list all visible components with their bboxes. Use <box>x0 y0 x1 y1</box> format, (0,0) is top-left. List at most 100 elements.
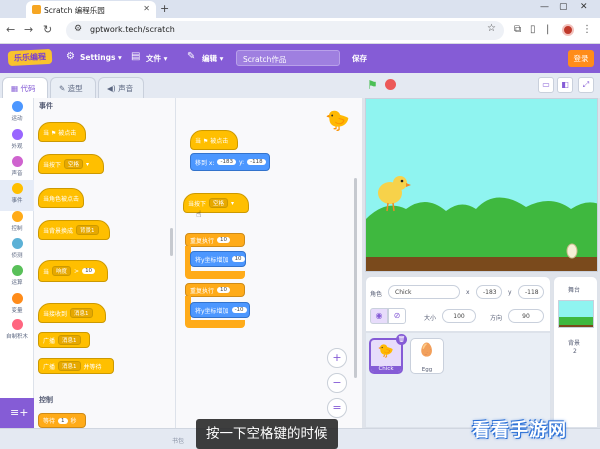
stage-thumbnail-scene <box>559 317 593 327</box>
browser-tab-title: Scratch 编程乐园 <box>44 6 105 15</box>
my-blocks-dot-icon <box>11 319 23 330</box>
save-button[interactable]: 保存 <box>352 53 367 64</box>
repeat-2-foot <box>185 320 245 328</box>
minimize-button[interactable]: — <box>540 2 549 12</box>
control-dot-icon <box>11 211 23 222</box>
extension-icon: ≡+ <box>10 406 29 419</box>
zoom-reset-button[interactable]: = <box>327 398 347 418</box>
block-wait[interactable]: 等待 1 秒 <box>38 413 86 428</box>
new-tab-button[interactable]: + <box>160 2 169 15</box>
tab-costumes[interactable]: ✎ 造型 <box>50 77 96 98</box>
motion-dot-icon <box>11 101 23 112</box>
stage-grass-hills <box>366 197 597 259</box>
egg-sprite <box>566 243 578 259</box>
size-input[interactable]: 100 <box>442 309 476 323</box>
egg-thumbnail-icon: 🥚 <box>418 343 436 358</box>
script-repeat-2[interactable]: 重复执行 10 <box>185 283 245 297</box>
script-repeat-1[interactable]: 重复执行 10 <box>185 233 245 247</box>
site-watermark: 看看手游网 <box>472 420 567 441</box>
scratch-favicon-icon <box>32 5 41 14</box>
settings-menu[interactable]: Settings ▾ <box>80 53 122 62</box>
size-label: 大小 <box>424 315 437 322</box>
script-change-y-1[interactable]: 将y坐标增加 10 <box>190 251 246 267</box>
add-extension-button[interactable]: ≡+ <box>0 398 34 428</box>
show-sprite-toggle[interactable]: ◉ <box>370 308 388 324</box>
forward-arrow-icon[interactable]: → <box>24 23 33 36</box>
script-scrollbar[interactable] <box>354 178 357 378</box>
category-operators[interactable]: 运算 <box>0 262 34 293</box>
file-menu[interactable]: 文件 ▾ <box>146 53 167 64</box>
video-subtitle: 按一下空格键的时候 <box>196 419 338 449</box>
url-field[interactable]: ⚙ gptwork.tech/scratch ☆ <box>66 21 504 40</box>
script-goto-xy[interactable]: 移到 x: -183 y: -118 <box>190 153 270 171</box>
browser-menu-icon[interactable]: ⋮ <box>582 24 592 35</box>
browser-tab[interactable]: Scratch 编程乐园 ✕ <box>26 1 156 18</box>
looks-dot-icon <box>11 129 23 140</box>
direction-input[interactable]: 90 <box>508 309 544 323</box>
sound-dot-icon <box>11 156 23 167</box>
palette-scrollbar[interactable] <box>170 228 173 256</box>
y-input[interactable]: -118 <box>518 285 544 299</box>
stage-ground <box>366 257 597 271</box>
zoom-out-button[interactable]: − <box>327 373 347 393</box>
edit-icon: ✎ <box>187 51 196 62</box>
stage-thumbnail[interactable] <box>558 300 594 328</box>
script-when-flag-clicked[interactable]: 当 ⚑ 被点击 <box>190 130 238 150</box>
direction-label: 方向 <box>490 315 503 322</box>
block-when-sprite-clicked[interactable]: 当角色被点击 <box>38 188 84 208</box>
category-events[interactable]: 事件 <box>0 180 34 211</box>
block-when-receive[interactable]: 当接收到 消息1 <box>38 303 106 323</box>
delete-sprite-icon[interactable]: 🗑 <box>396 334 407 345</box>
chick-thumbnail-icon: 🐤 <box>377 344 395 359</box>
block-when-flag-clicked[interactable]: 当 ⚑ 被点击 <box>38 122 86 142</box>
block-broadcast[interactable]: 广播 消息1 <box>38 332 90 348</box>
profile-avatar[interactable] <box>562 24 574 36</box>
x-input[interactable]: -183 <box>476 285 502 299</box>
category-my-blocks[interactable]: 自制积木 <box>0 316 34 347</box>
sprite-name-input[interactable]: Chick <box>388 285 460 299</box>
file-icon: ▤ <box>131 51 141 62</box>
reload-icon[interactable]: ↻ <box>43 23 52 36</box>
stop-button[interactable] <box>385 79 396 90</box>
script-change-y-2[interactable]: 将y坐标增加 -10 <box>190 302 250 318</box>
extensions-icon[interactable]: ⧉ <box>514 24 521 35</box>
fullscreen-button[interactable]: ⤢ <box>578 77 594 93</box>
block-when-loudness[interactable]: 当响度 >10 <box>38 260 108 282</box>
green-flag-icon[interactable]: ⚑ <box>367 78 378 92</box>
back-arrow-icon[interactable]: ← <box>6 23 15 36</box>
current-sprite-chick-icon: 🐤 <box>325 108 350 132</box>
site-info-icon[interactable]: ⚙ <box>74 24 82 34</box>
events-section-title: 事件 <box>39 102 53 110</box>
events-dot-icon <box>11 183 23 194</box>
maximize-button[interactable]: ▢ <box>559 2 568 12</box>
script-when-key-pressed[interactable]: 当按下 空格 ▾ <box>183 193 249 213</box>
category-motion[interactable]: 运动 <box>0 98 34 129</box>
tab-code[interactable]: ▦ 代码 <box>2 77 48 98</box>
large-stage-button[interactable]: ◧ <box>557 77 573 93</box>
globe-icon[interactable]: ⚙ <box>66 51 75 62</box>
hide-sprite-toggle[interactable]: ⊘ <box>388 308 406 324</box>
sprite-name-label: 角色 <box>370 291 383 298</box>
close-window-button[interactable]: ✕ <box>580 2 588 12</box>
tab-sounds[interactable]: ◀) 声音 <box>98 77 144 98</box>
block-broadcast-and-wait[interactable]: 广播 消息1 并等待 <box>38 358 114 374</box>
backdrop-count: 2 <box>573 348 577 355</box>
zoom-in-button[interactable]: + <box>327 348 347 368</box>
variables-dot-icon <box>11 293 23 304</box>
login-button[interactable]: 登录 <box>568 50 594 67</box>
bookmark-star-icon[interactable]: ☆ <box>487 23 496 34</box>
block-when-backdrop-switches[interactable]: 当背景换成 背景1 <box>38 220 110 240</box>
sensing-dot-icon <box>11 238 23 249</box>
project-title-input[interactable]: Scratch作品 <box>236 50 340 66</box>
backdrop-label: 背景 <box>568 340 581 347</box>
stage-scene <box>366 176 597 271</box>
scratch-logo[interactable]: 乐乐编程 <box>7 48 53 67</box>
block-when-key-pressed[interactable]: 当按下 空格 ▾ <box>38 154 104 174</box>
edit-menu[interactable]: 编辑 ▾ <box>202 53 223 64</box>
tab-close-icon[interactable]: ✕ <box>143 4 150 13</box>
sprite-card-egg[interactable]: 🥚 Egg <box>410 338 444 374</box>
sidebar-icon[interactable]: ▯ <box>530 24 536 35</box>
divider-icon: | <box>546 24 550 35</box>
stage-canvas[interactable] <box>365 98 598 272</box>
small-stage-button[interactable]: ▭ <box>538 77 554 93</box>
